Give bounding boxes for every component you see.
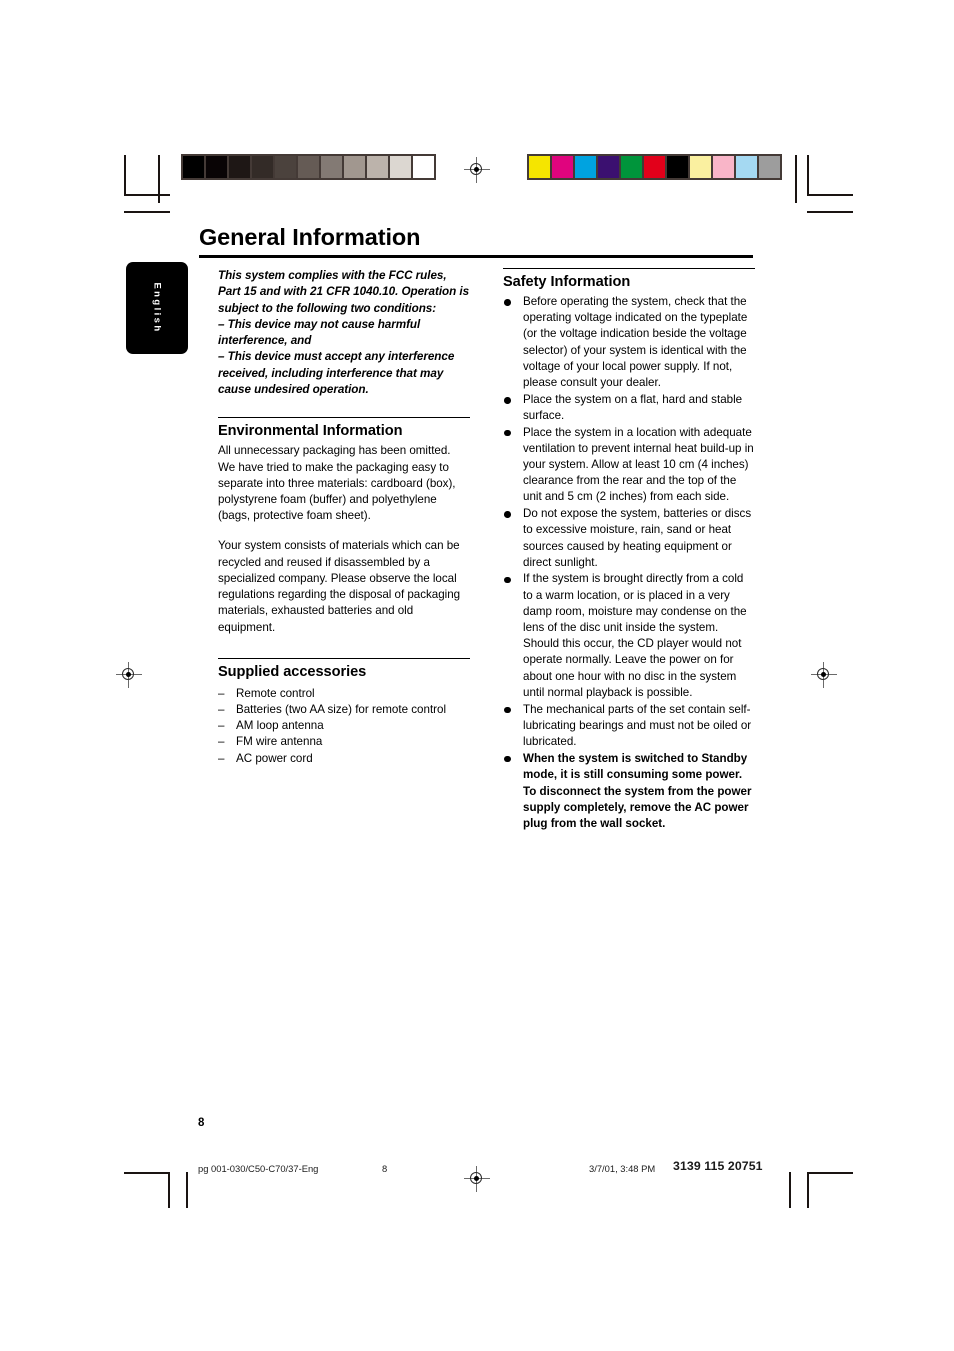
registration-dot: [126, 672, 131, 677]
registration-dot: [474, 1176, 479, 1181]
bullet-icon: [504, 299, 511, 306]
registration-dot: [474, 167, 479, 172]
dash-marker: –: [218, 751, 225, 765]
accessory-list-item: – FM wire antenna: [218, 734, 470, 750]
language-tab-label: English: [151, 282, 163, 334]
safety-list-item: Place the system on a flat, hard and sta…: [503, 392, 755, 424]
grayscale-swatch: [390, 156, 411, 178]
section-divider: [503, 268, 755, 269]
grayscale-swatch: [229, 156, 250, 178]
grayscale-swatch: [321, 156, 342, 178]
crop-line: [807, 1172, 853, 1174]
accessory-list-item: – AM loop antenna: [218, 718, 470, 734]
accessory-list-item: – AC power cord: [218, 751, 470, 767]
grayscale-swatch: [413, 156, 434, 178]
footer-job-code: 3139 115 20751: [673, 1159, 763, 1173]
safety-information-list: Before operating the system, check that …: [503, 294, 755, 833]
crop-line: [158, 155, 160, 203]
crop-line: [186, 1172, 188, 1208]
grayscale-swatch: [206, 156, 227, 178]
color-swatch: [621, 156, 642, 178]
crop-line: [168, 1172, 170, 1208]
safety-list-item: The mechanical parts of the set contain …: [503, 702, 755, 751]
footer-page-number: 8: [382, 1163, 388, 1174]
safety-list-item: If the system is brought directly from a…: [503, 571, 755, 701]
color-swatch: [690, 156, 711, 178]
grayscale-swatch: [183, 156, 204, 178]
grayscale-swatch: [344, 156, 365, 178]
accessory-list-item: – Batteries (two AA size) for remote cont…: [218, 702, 470, 718]
title-divider: [199, 255, 753, 259]
color-swatch: [598, 156, 619, 178]
safety-list-item: Do not expose the system, batteries or d…: [503, 506, 755, 571]
section-divider: [218, 657, 470, 659]
bullet-icon: [504, 429, 511, 437]
page-title: General Information: [199, 224, 421, 250]
bullet-icon: [504, 396, 511, 404]
crop-line: [789, 1172, 791, 1208]
color-swatch: [644, 156, 665, 178]
color-swatch: [575, 156, 596, 178]
color-swatch: [713, 156, 734, 178]
registration-target-top: [464, 157, 490, 183]
dash-marker: –: [218, 686, 225, 700]
left-column: This system complies with the FCC rules,…: [218, 268, 470, 767]
registration-dot: [821, 672, 826, 677]
crop-line: [124, 1172, 170, 1174]
language-tab-english: English: [126, 262, 188, 354]
environmental-information-heading: Environmental Information: [218, 423, 403, 440]
color-swatch: [552, 156, 573, 178]
crop-line: [124, 194, 170, 196]
registration-target-right: [811, 662, 837, 688]
bullet-icon: [504, 576, 511, 584]
grayscale-swatch: [298, 156, 319, 178]
registration-target-left: [116, 662, 142, 688]
fcc-compliance-notice: This system complies with the FCC rules,…: [218, 269, 470, 397]
dash-marker: –: [218, 703, 225, 716]
grayscale-swatch: [275, 156, 296, 178]
safety-information-heading: Safety Information: [503, 274, 631, 290]
safety-list-item: Place the system in a location with adeq…: [503, 425, 755, 506]
color-swatch: [736, 156, 757, 178]
registration-target-bottom: [464, 1166, 490, 1192]
crop-line: [807, 211, 853, 213]
page-number: 8: [198, 1117, 205, 1129]
accessory-list-item: – Remote control: [218, 686, 470, 702]
crop-line: [124, 155, 126, 196]
section-divider: [218, 417, 470, 419]
color-swatch: [667, 156, 688, 178]
grayscale-calibration-bar: [181, 154, 436, 180]
supplied-accessories-list: – Remote control – Batteries (two AA size) …: [218, 686, 470, 767]
safety-list-item: Before operating the system, check that …: [503, 294, 755, 391]
bullet-icon: [504, 706, 511, 714]
bullet-icon: [504, 511, 511, 518]
grayscale-swatch: [252, 156, 273, 178]
bullet-icon: [504, 755, 511, 763]
crop-line: [807, 155, 809, 196]
crop-line: [807, 1172, 809, 1208]
color-swatch: [759, 156, 780, 178]
footer-file-reference: pg 001-030/C50-C70/37-Eng: [198, 1163, 319, 1174]
crop-line: [124, 211, 170, 213]
dash-marker: –: [218, 735, 225, 749]
crop-line: [807, 194, 853, 196]
dash-marker: –: [218, 719, 225, 733]
paragraph: All unnecessary packaging has been omitt…: [218, 444, 456, 523]
environmental-information-body: All unnecessary packaging has been omitt…: [218, 443, 470, 635]
color-calibration-bar: [527, 154, 782, 180]
grayscale-swatch: [367, 156, 388, 178]
crop-line: [795, 155, 797, 203]
footer-timestamp: 3/7/01, 3:48 PM: [589, 1163, 656, 1174]
safety-list-item: When the system is switched to Standby m…: [503, 751, 755, 833]
paragraph: Your system consists of materials which …: [218, 539, 461, 634]
color-swatch: [529, 156, 550, 178]
right-column: Safety Information Before operating the …: [503, 268, 755, 833]
supplied-accessories-heading: Supplied accessories: [218, 663, 367, 680]
